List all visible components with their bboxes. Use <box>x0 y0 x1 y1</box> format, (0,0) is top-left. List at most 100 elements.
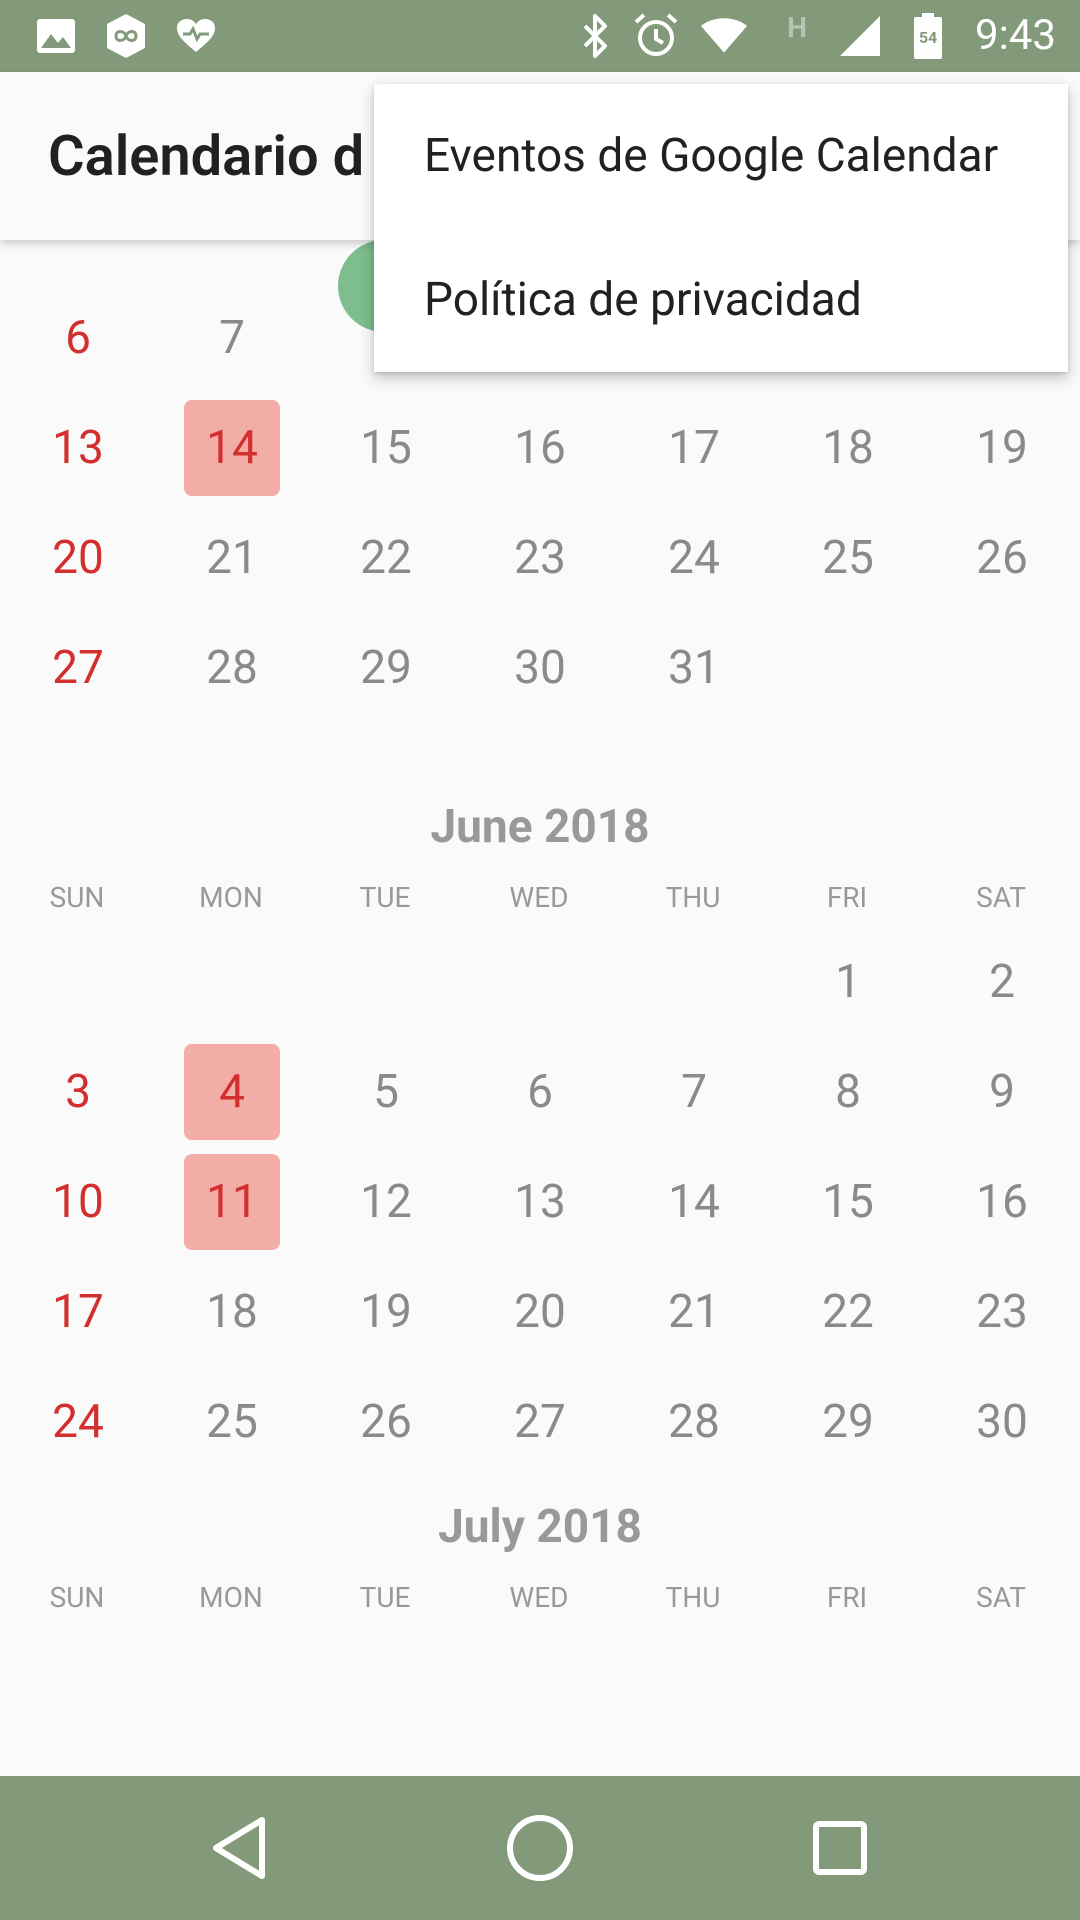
calendar-day[interactable]: 25 <box>771 503 925 613</box>
wifi-icon <box>700 12 748 60</box>
calendar-day[interactable]: 1 <box>771 927 925 1037</box>
weekday-label: MON <box>199 881 263 914</box>
calendar-day[interactable]: 22 <box>309 503 463 613</box>
weekday-header: SUN MON TUE WED THU FRI SAT <box>0 876 1080 920</box>
calendar-day[interactable]: 15 <box>309 393 463 503</box>
calendar-day[interactable]: 23 <box>463 503 617 613</box>
back-icon <box>213 1817 265 1879</box>
calendar-day[interactable]: 13 <box>463 1147 617 1257</box>
calendar-day[interactable]: 17 <box>617 393 771 503</box>
month-title: June 2018 <box>430 800 650 854</box>
calendar-week-row: 17 18 19 20 21 22 23 <box>0 1257 1080 1367</box>
calendar-week-row: 20 21 22 23 24 25 26 <box>0 503 1080 613</box>
weekday-label: FRI <box>826 1581 868 1614</box>
calendar-week-row: 3456789 <box>0 1037 1080 1147</box>
calendar-day[interactable]: 7 <box>155 283 309 393</box>
calendar-day[interactable]: 21 <box>617 1257 771 1367</box>
alarm-icon <box>632 12 680 60</box>
overflow-menu: Eventos de Google Calendar Política de p… <box>374 84 1068 372</box>
calendar-day[interactable]: 20 <box>1 503 155 613</box>
calendar-week-row: 27 28 29 30 31 <box>0 613 1080 723</box>
calendar-day[interactable]: 26 <box>925 503 1079 613</box>
calendar-day[interactable]: 16 <box>925 1147 1079 1257</box>
calendar-week-row: 10 11 12 13 14 15 16 <box>0 1147 1080 1257</box>
calendar-day[interactable]: 3 <box>1 1037 155 1147</box>
menu-item-privacy-policy[interactable]: Política de privacidad <box>374 228 1068 372</box>
calendar-day[interactable]: 29 <box>771 1367 925 1477</box>
recents-button[interactable] <box>796 1804 884 1892</box>
highlighted-day: 11 <box>184 1154 280 1250</box>
calendar-day[interactable]: 11 <box>155 1147 309 1257</box>
calendar-day[interactable]: 18 <box>155 1257 309 1367</box>
calendar-day[interactable]: 27 <box>1 613 155 723</box>
calendar-day[interactable]: 30 <box>463 613 617 723</box>
home-button[interactable] <box>496 1804 584 1892</box>
calendar-week-row: 12 <box>0 927 1080 1037</box>
calendar-day[interactable]: 29 <box>309 613 463 723</box>
weekday-label: THU <box>665 881 721 914</box>
calendar-day[interactable]: 8 <box>771 1037 925 1147</box>
calendar-day[interactable]: 2 <box>925 927 1079 1037</box>
calendar-day[interactable]: 18 <box>771 393 925 503</box>
calendar-day <box>925 613 1079 723</box>
calendar-day <box>155 927 309 1037</box>
calendar-day[interactable]: 10 <box>1 1147 155 1257</box>
calendar-day[interactable]: 21 <box>155 503 309 613</box>
calendar-day[interactable]: 14 <box>155 393 309 503</box>
weekday-label: FRI <box>826 881 868 914</box>
back-button[interactable] <box>196 1804 284 1892</box>
weekday-header: SUN MON TUE WED THU FRI SAT <box>0 1576 1080 1620</box>
calendar-day[interactable]: 30 <box>925 1367 1079 1477</box>
calendar-day[interactable]: 4 <box>155 1037 309 1147</box>
calendar-day <box>771 613 925 723</box>
gift-badge-icon <box>102 12 150 60</box>
calendar-day[interactable]: 19 <box>925 393 1079 503</box>
calendar-scroll[interactable]: 6789101112131415161718192021222324252627… <box>0 240 1080 1776</box>
calendar-day[interactable]: 24 <box>1 1367 155 1477</box>
calendar-day[interactable]: 19 <box>309 1257 463 1367</box>
network-type-h: H <box>787 10 807 44</box>
calendar-day[interactable]: 13 <box>1 393 155 503</box>
calendar-day[interactable]: 25 <box>155 1367 309 1477</box>
page-title: Calendario d <box>48 123 365 189</box>
signal-icon <box>836 12 884 60</box>
weekday-label: TUE <box>359 881 411 914</box>
calendar-day[interactable]: 28 <box>617 1367 771 1477</box>
calendar-day[interactable]: 26 <box>309 1367 463 1477</box>
calendar-day[interactable]: 5 <box>309 1037 463 1147</box>
calendar-day[interactable]: 12 <box>309 1147 463 1257</box>
battery-icon: 54 <box>904 12 952 60</box>
calendar-day[interactable]: 22 <box>771 1257 925 1367</box>
weekday-label: THU <box>665 1581 721 1614</box>
home-icon <box>507 1815 573 1881</box>
calendar-day <box>617 927 771 1037</box>
calendar-day <box>1 927 155 1037</box>
calendar-day[interactable]: 28 <box>155 613 309 723</box>
calendar-day[interactable]: 7 <box>617 1037 771 1147</box>
highlighted-day: 4 <box>184 1044 280 1140</box>
weekday-label: SUN <box>49 1581 105 1614</box>
calendar-day[interactable]: 31 <box>617 613 771 723</box>
calendar-day[interactable]: 6 <box>463 1037 617 1147</box>
calendar-day[interactable]: 16 <box>463 393 617 503</box>
calendar-day[interactable]: 24 <box>617 503 771 613</box>
calendar-week-row: 13 14 15 16 17 18 19 <box>0 393 1080 503</box>
weekday-label: TUE <box>359 1581 411 1614</box>
bluetooth-icon <box>572 12 620 60</box>
image-icon <box>32 12 80 60</box>
highlighted-day: 14 <box>184 400 280 496</box>
calendar-day <box>309 927 463 1037</box>
clock: 9:43 <box>975 11 1056 60</box>
calendar-day[interactable]: 20 <box>463 1257 617 1367</box>
calendar-day[interactable]: 14 <box>617 1147 771 1257</box>
calendar-day[interactable]: 15 <box>771 1147 925 1257</box>
calendar-day[interactable]: 6 <box>1 283 155 393</box>
calendar-day <box>463 927 617 1037</box>
menu-item-google-calendar-events[interactable]: Eventos de Google Calendar <box>374 84 1068 228</box>
calendar-day[interactable]: 9 <box>925 1037 1079 1147</box>
weekday-label: MON <box>199 1581 263 1614</box>
weekday-label: SUN <box>49 881 105 914</box>
calendar-day[interactable]: 23 <box>925 1257 1079 1367</box>
calendar-day[interactable]: 27 <box>463 1367 617 1477</box>
calendar-day[interactable]: 17 <box>1 1257 155 1367</box>
